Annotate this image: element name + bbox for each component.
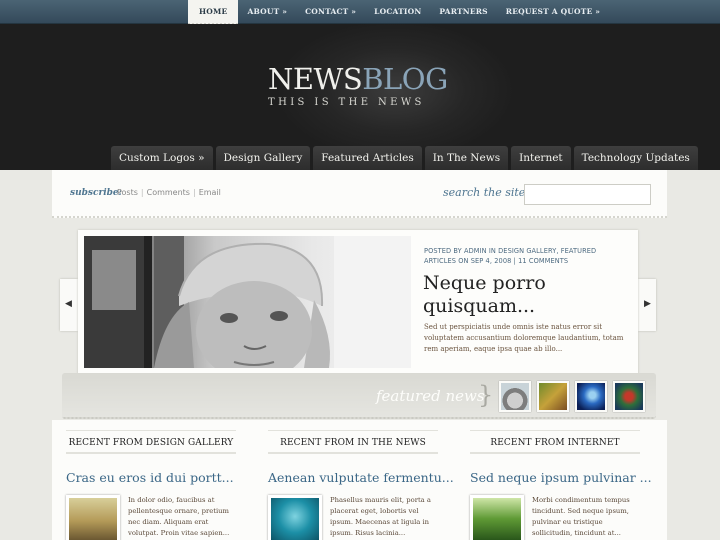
slider-next-button[interactable]: ▶	[638, 279, 656, 331]
recent-column-internet: RECENT FROM INTERNET Sed neque ipsum pul…	[470, 430, 652, 540]
recent-heading: RECENT FROM DESIGN GALLERY	[66, 430, 236, 454]
subscribe-comments-link[interactable]: Comments	[147, 188, 190, 197]
recent-post-body: In dolor odio, faucibus at pellentesque …	[66, 495, 236, 540]
cat-technology-updates[interactable]: Technology Updates	[573, 146, 698, 170]
recent-post-thumbnail[interactable]	[268, 495, 322, 540]
subscribe-links: Posts | Comments | Email	[117, 188, 221, 197]
featured-thumb-2[interactable]	[537, 381, 569, 412]
subscribe-search-bar: subscribe: Posts | Comments | Email search t…	[52, 170, 667, 218]
recent-column-in-the-news: RECENT FROM IN THE NEWS Aenean vulputate…	[268, 430, 454, 540]
featured-photo[interactable]	[84, 236, 411, 368]
cat-design-gallery[interactable]: Design Gallery	[215, 146, 311, 170]
category-navigation: Custom Logos » Design Gallery Featured A…	[111, 146, 698, 170]
featured-meta: Posted by Admin in Design Gallery, Featu…	[424, 247, 597, 265]
recent-post-excerpt: Phasellus mauris elit, porta a placerat …	[330, 496, 431, 537]
logo-title-news: NEWS	[268, 62, 363, 96]
recent-post-body: Phasellus mauris elit, porta a placerat …	[268, 495, 438, 540]
featured-thumb-3[interactable]	[575, 381, 607, 412]
featured-news-label: featured news	[376, 387, 485, 405]
nav-home[interactable]: HOME	[188, 0, 239, 25]
cat-featured-articles[interactable]: Featured Articles	[313, 146, 422, 170]
separator: |	[140, 188, 144, 197]
separator: |	[192, 188, 196, 197]
nav-request-quote[interactable]: REQUEST A QUOTE »	[497, 0, 609, 24]
featured-thumb-1[interactable]	[499, 381, 531, 412]
arrow-right-icon: ▶	[644, 299, 651, 309]
slider-prev-button[interactable]: ◀	[60, 279, 78, 331]
subscribe-email-link[interactable]: Email	[199, 188, 221, 197]
featured-photo-image	[84, 236, 411, 368]
logo-title: NEWSBLOG	[268, 64, 448, 94]
featured-news-strip: featured news }	[62, 373, 656, 419]
recent-heading: RECENT FROM INTERNET	[470, 430, 640, 454]
top-navigation: HOME ABOUT » CONTACT » LOCATION PARTNERS…	[0, 0, 720, 25]
nav-partners[interactable]: PARTNERS	[430, 0, 496, 24]
recent-posts-section: RECENT FROM DESIGN GALLERY Cras eu eros …	[52, 420, 667, 540]
recent-post-thumbnail[interactable]	[66, 495, 120, 540]
site-header: NEWSBLOG THIS IS THE NEWS Custom Logos »…	[0, 24, 720, 170]
cat-in-the-news[interactable]: In The News	[424, 146, 509, 170]
featured-article: Posted by Admin in Design Gallery, Featu…	[78, 230, 638, 374]
recent-post-excerpt: Morbi condimentum tempus tincidunt. Sed …	[532, 496, 630, 537]
subscribe-label: subscribe:	[70, 188, 122, 198]
featured-thumb-4[interactable]	[613, 381, 645, 412]
recent-column-design-gallery: RECENT FROM DESIGN GALLERY Cras eu eros …	[66, 430, 236, 540]
logo-tagline: THIS IS THE NEWS	[268, 97, 425, 108]
recent-post-title[interactable]: Aenean vulputate fermentu...	[268, 470, 454, 485]
logo-title-blog: BLOG	[362, 62, 448, 96]
cat-custom-logos[interactable]: Custom Logos »	[111, 146, 213, 170]
nav-contact[interactable]: CONTACT »	[296, 0, 365, 24]
subscribe-posts-link[interactable]: Posts	[117, 188, 138, 197]
nav-about[interactable]: ABOUT »	[238, 0, 296, 24]
nav-location[interactable]: LOCATION	[365, 0, 430, 24]
recent-post-thumbnail[interactable]	[470, 495, 524, 540]
featured-excerpt: Sed ut perspiciatis unde omnis iste natu…	[424, 323, 624, 353]
recent-post-title[interactable]: Sed neque ipsum pulvinar ...	[470, 470, 652, 485]
search-input[interactable]	[524, 184, 651, 205]
cat-internet[interactable]: Internet	[511, 146, 571, 170]
arrow-left-icon: ◀	[65, 299, 72, 309]
recent-post-title[interactable]: Cras eu eros id dui portt...	[66, 470, 236, 485]
recent-post-excerpt: In dolor odio, faucibus at pellentesque …	[128, 496, 230, 537]
recent-heading: RECENT FROM IN THE NEWS	[268, 430, 438, 454]
search-label: search the site	[443, 186, 526, 199]
featured-title[interactable]: Neque porro quisquam...	[423, 272, 623, 318]
site-logo[interactable]: NEWSBLOG THIS IS THE NEWS	[268, 64, 448, 108]
brace-icon: }	[478, 381, 494, 409]
recent-post-body: Morbi condimentum tempus tincidunt. Sed …	[470, 495, 640, 540]
